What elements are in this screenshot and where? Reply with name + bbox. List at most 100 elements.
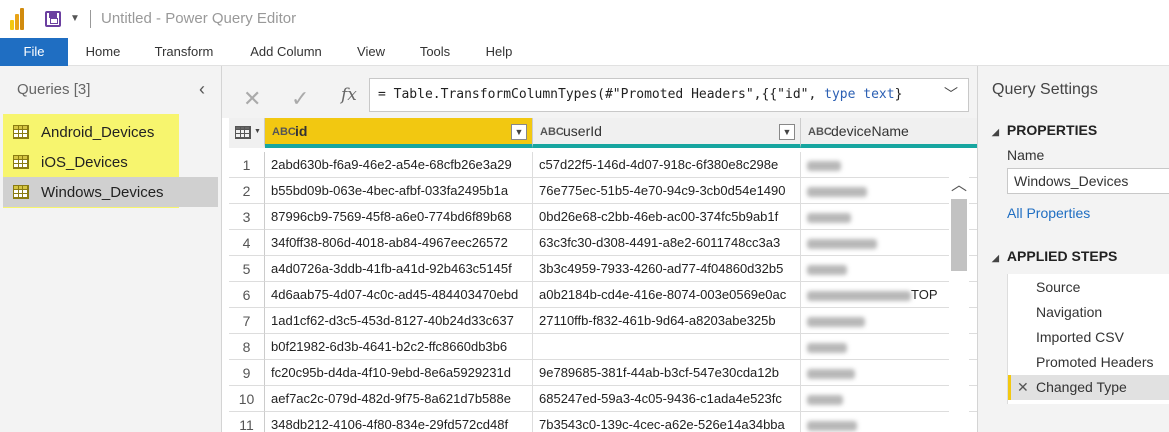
properties-header-label: PROPERTIES	[1006, 122, 1098, 138]
table-menu-button[interactable]: ▼	[229, 118, 265, 148]
delete-step-icon[interactable]: ✕	[1017, 375, 1029, 400]
cell-userid[interactable]: 3b3c4959-7933-4260-ad77-4f04860d32b5	[533, 256, 801, 282]
query-settings-title: Query Settings	[992, 81, 1098, 98]
step-navigation[interactable]: Navigation	[1008, 300, 1169, 325]
tab-add-column[interactable]: Add Column	[243, 38, 329, 66]
cell-userid[interactable]: 7b3543c0-139c-4cec-a62e-526e14a34bba	[533, 412, 801, 432]
cell-userid[interactable]	[533, 334, 801, 360]
queries-title: Queries [3]	[17, 81, 91, 98]
row-number[interactable]: 1	[229, 152, 265, 178]
column-header-userid[interactable]: ABC userId ▼	[533, 118, 801, 148]
redacted-text	[807, 264, 847, 275]
cancel-formula-icon[interactable]: ✕	[243, 86, 261, 112]
applied-steps-list: Source Navigation Imported CSV Promoted …	[1007, 274, 1169, 404]
cell-userid[interactable]: 76e775ec-51b5-4e70-94c9-3cb0d54e1490	[533, 178, 801, 204]
cell-id[interactable]: 87996cb9-7569-45f8-a6e0-774bd6f89b68	[265, 204, 533, 230]
expand-formula-chevron-icon[interactable]: ﹀	[940, 79, 958, 111]
row-number[interactable]: 8	[229, 334, 265, 360]
cell-id[interactable]: 1ad1cf62-d3c5-453d-8127-40b24d33c637	[265, 308, 533, 334]
table-row: 8 b0f21982-6d3b-4641-b2c2-ffc8660db3b6	[229, 334, 977, 360]
tab-view[interactable]: View	[350, 38, 392, 66]
data-grid: ▼ ABC id ▼ ABC userId ▼ ABC deviceName 1…	[222, 118, 977, 432]
redacted-text	[807, 160, 841, 171]
scroll-thumb[interactable]	[951, 199, 967, 271]
cell-id[interactable]: 348db212-4106-4f80-834e-29fd572cd48f	[265, 412, 533, 432]
cell-userid[interactable]: c57d22f5-146d-4d07-918c-6f380e8c298e	[533, 152, 801, 178]
title-separator	[90, 10, 91, 28]
row-number[interactable]: 11	[229, 412, 265, 432]
text-type-icon[interactable]: ABC	[540, 119, 564, 145]
table-icon	[235, 126, 251, 139]
step-source[interactable]: Source	[1008, 275, 1169, 300]
commit-formula-icon[interactable]: ✓	[291, 86, 309, 112]
column-name: deviceName	[831, 123, 909, 139]
grid-header: ▼ ABC id ▼ ABC userId ▼ ABC deviceName	[229, 118, 977, 148]
tab-tools[interactable]: Tools	[412, 38, 458, 66]
collapse-chevron-icon[interactable]: ‹	[199, 79, 205, 100]
row-number[interactable]: 9	[229, 360, 265, 386]
table-icon	[13, 125, 29, 139]
row-number[interactable]: 5	[229, 256, 265, 282]
collapse-triangle-icon: ◢	[992, 253, 999, 263]
query-item-windows-devices[interactable]: Windows_Devices	[3, 177, 218, 207]
step-changed-type[interactable]: ✕ Changed Type	[1008, 375, 1169, 400]
cell-id[interactable]: b55bd09b-063e-4bec-afbf-033fa2495b1a	[265, 178, 533, 204]
cell-userid[interactable]: 27110ffb-f832-461b-9d64-a8203abe325b	[533, 308, 801, 334]
step-promoted-headers[interactable]: Promoted Headers	[1008, 350, 1169, 375]
properties-header[interactable]: ◢ PROPERTIES	[992, 122, 1097, 138]
tab-file[interactable]: File	[0, 38, 68, 66]
table-row: 3 87996cb9-7569-45f8-a6e0-774bd6f89b68 0bd…	[229, 204, 977, 230]
cell-id[interactable]: b0f21982-6d3b-4641-b2c2-ffc8660db3b6	[265, 334, 533, 360]
cell-id[interactable]: fc20c95b-d4da-4f10-9ebd-8e6a5929231d	[265, 360, 533, 386]
row-number[interactable]: 3	[229, 204, 265, 230]
query-name-input[interactable]	[1007, 168, 1169, 194]
save-icon[interactable]	[45, 11, 61, 27]
vertical-scrollbar[interactable]: ︿	[949, 163, 969, 432]
tab-help[interactable]: Help	[478, 38, 520, 66]
collapse-triangle-icon: ◢	[992, 127, 999, 137]
cell-userid[interactable]: 0bd26e68-c2bb-46eb-ac00-374fc5b9ab1f	[533, 204, 801, 230]
cell-userid[interactable]: 685247ed-59a3-4c05-9436-c1ada4e523fc	[533, 386, 801, 412]
table-icon	[13, 185, 29, 199]
table-row: 6 4d6aab75-4d07-4c0c-ad45-484403470ebd a0b…	[229, 282, 977, 308]
applied-steps-header[interactable]: ◢ APPLIED STEPS	[992, 248, 1117, 264]
redacted-text	[807, 394, 843, 405]
text-type-icon[interactable]: ABC	[808, 119, 832, 145]
step-imported-csv[interactable]: Imported CSV	[1008, 325, 1169, 350]
redacted-text	[807, 316, 865, 327]
filter-dropdown-icon[interactable]: ▼	[779, 124, 795, 140]
row-number[interactable]: 4	[229, 230, 265, 256]
query-item-label: Windows_Devices	[41, 183, 164, 201]
row-number[interactable]: 2	[229, 178, 265, 204]
row-number[interactable]: 6	[229, 282, 265, 308]
query-item-ios-devices[interactable]: iOS_Devices	[3, 147, 218, 177]
column-name: id	[295, 123, 308, 139]
cell-id[interactable]: 34f0ff38-806d-4018-ab84-4967eec26572	[265, 230, 533, 256]
row-number[interactable]: 7	[229, 308, 265, 334]
row-number[interactable]: 10	[229, 386, 265, 412]
tab-home[interactable]: Home	[78, 38, 128, 66]
table-row: 1 2abd630b-f6a9-46e2-a54e-68cfb26e3a29 c57…	[229, 152, 977, 178]
table-row: 2 b55bd09b-063e-4bec-afbf-033fa2495b1a 76e…	[229, 178, 977, 204]
cell-userid[interactable]: 9e789685-381f-44ab-b3cf-547e30cda12b	[533, 360, 801, 386]
query-item-label: iOS_Devices	[41, 153, 128, 171]
cell-id[interactable]: aef7ac2c-079d-482d-9f75-8a621d7b588e	[265, 386, 533, 412]
cell-id[interactable]: a4d0726a-3ddb-41fb-a41d-92b463c5145f	[265, 256, 533, 282]
text-type-icon[interactable]: ABC	[272, 119, 296, 145]
cell-userid[interactable]: 63c3fc30-d308-4491-a8e2-6011748cc3a3	[533, 230, 801, 256]
insert-function-icon[interactable]: fx	[341, 85, 357, 105]
filter-dropdown-icon[interactable]: ▼	[511, 124, 527, 140]
column-header-devicename[interactable]: ABC deviceName	[801, 118, 977, 148]
scroll-up-icon[interactable]: ︿	[951, 171, 967, 195]
cell-id[interactable]: 4d6aab75-4d07-4c0c-ad45-484403470ebd	[265, 282, 533, 308]
query-settings-pane: Query Settings ◢ PROPERTIES Name All Prop…	[977, 66, 1169, 432]
all-properties-link[interactable]: All Properties	[1007, 205, 1090, 221]
dropdown-arrow-icon: ▼	[254, 128, 261, 135]
tab-transform[interactable]: Transform	[148, 38, 220, 66]
query-item-android-devices[interactable]: Android_Devices	[3, 117, 218, 147]
formula-input[interactable]: = Table.TransformColumnTypes(#"Promoted …	[369, 78, 969, 112]
column-header-id[interactable]: ABC id ▼	[265, 118, 533, 148]
quick-access-dropdown-icon[interactable]: ▼	[70, 13, 80, 24]
cell-id[interactable]: 2abd630b-f6a9-46e2-a54e-68cfb26e3a29	[265, 152, 533, 178]
cell-userid[interactable]: a0b2184b-cd4e-416e-8074-003e0569e0ac	[533, 282, 801, 308]
